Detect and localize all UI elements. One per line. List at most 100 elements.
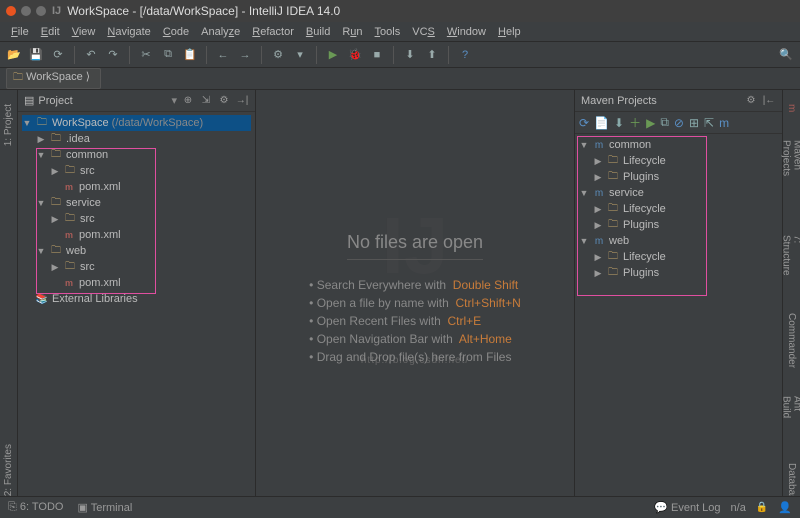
search-icon[interactable]: 🔍 <box>778 47 794 63</box>
expand-icon[interactable]: ▶ <box>50 262 60 273</box>
help-icon[interactable]: ? <box>457 47 473 63</box>
vcs-icon[interactable]: ⬇ <box>402 47 418 63</box>
maven-plugins[interactable]: ▶ 🗀 Plugins <box>579 217 778 233</box>
tab-project[interactable]: 1: Project <box>2 100 15 150</box>
dropdown-icon[interactable]: ▾ <box>171 94 177 107</box>
expand-icon[interactable]: ▼ <box>22 118 32 128</box>
menu-code[interactable]: Code <box>158 24 194 40</box>
maven-module-web[interactable]: ▼ m web <box>579 233 778 249</box>
debug-icon[interactable]: 🐞 <box>347 47 363 63</box>
menu-run[interactable]: Run <box>337 24 367 40</box>
close-button[interactable] <box>6 6 16 16</box>
status-terminal[interactable]: ▣ Terminal <box>77 501 132 514</box>
tree-item-pom[interactable]: m pom.xml <box>22 179 251 195</box>
expand-icon[interactable]: ▶ <box>593 156 603 167</box>
lock-icon[interactable]: 🔒 <box>756 502 768 513</box>
run-icon[interactable]: ▶ <box>646 116 655 130</box>
status-hector-icon[interactable]: 👤 <box>778 501 792 514</box>
sync-icon[interactable]: ⟳ <box>50 47 66 63</box>
collapse-icon[interactable]: ⇱ <box>704 116 714 130</box>
generate-icon[interactable]: 📄 <box>594 116 609 130</box>
menu-file[interactable]: File <box>6 24 34 40</box>
maven-module-common[interactable]: ▼ m common <box>579 137 778 153</box>
maven-plugins[interactable]: ▶ 🗀 Plugins <box>579 265 778 281</box>
expand-icon[interactable]: ▼ <box>36 198 46 208</box>
scroll-source-icon[interactable]: ⊕ <box>181 94 195 108</box>
maven-lifecycle[interactable]: ▶ 🗀 Lifecycle <box>579 201 778 217</box>
tree-item-src[interactable]: ▶ 🗀 src <box>22 211 251 227</box>
expand-icon[interactable]: ▶ <box>593 172 603 183</box>
tree-item-src[interactable]: ▶ 🗀 src <box>22 163 251 179</box>
expand-icon[interactable]: ▼ <box>579 188 589 198</box>
menu-refactor[interactable]: Refactor <box>247 24 299 40</box>
maven-tree[interactable]: ▼ m common ▶ 🗀 Lifecycle ▶ 🗀 Plugins ▼ m… <box>575 134 782 284</box>
add-icon[interactable]: ＋ <box>629 114 641 131</box>
tab-commander[interactable]: Commander <box>785 309 798 372</box>
settings-icon[interactable]: ⚙ <box>217 94 231 108</box>
maven-settings-icon[interactable]: m <box>719 116 729 130</box>
menu-analyze[interactable]: Analyze <box>196 24 245 40</box>
menu-vcs[interactable]: VCS <box>407 24 440 40</box>
project-tree[interactable]: ▼ 🗀 WorkSpace (/data/WorkSpace) ▶ 🗀 .ide… <box>18 112 255 310</box>
expand-icon[interactable]: ▶ <box>593 204 603 215</box>
expand-icon[interactable]: ▶ <box>593 268 603 279</box>
undo-icon[interactable]: ↶ <box>83 47 99 63</box>
make-icon[interactable]: ⚙ <box>270 47 286 63</box>
show-deps-icon[interactable]: ⊞ <box>689 116 699 130</box>
maven-plugins[interactable]: ▶ 🗀 Plugins <box>579 169 778 185</box>
vcs-commit-icon[interactable]: ⬆ <box>424 47 440 63</box>
toggle-icon[interactable]: ⊘ <box>674 116 684 130</box>
tree-item-common[interactable]: ▼ 🗀 common <box>22 147 251 163</box>
back-icon[interactable]: ← <box>215 47 231 63</box>
expand-icon[interactable]: ▶ <box>593 220 603 231</box>
expand-icon[interactable]: ▶ <box>593 252 603 263</box>
expand-icon[interactable]: ▼ <box>579 236 589 246</box>
copy-icon[interactable]: ⧉ <box>160 47 176 63</box>
maven-lifecycle[interactable]: ▶ 🗀 Lifecycle <box>579 249 778 265</box>
reimport-icon[interactable]: ⟳ <box>579 116 589 130</box>
tree-item-extlibs[interactable]: 📚 External Libraries <box>22 291 251 307</box>
menu-navigate[interactable]: Navigate <box>102 24 155 40</box>
tab-structure[interactable]: 7: Structure <box>780 231 800 289</box>
tab-maven[interactable]: m <box>785 100 798 116</box>
hide-icon[interactable]: |← <box>762 94 776 108</box>
menu-view[interactable]: View <box>67 24 101 40</box>
execute-icon[interactable]: ⧉ <box>660 115 669 130</box>
menu-edit[interactable]: Edit <box>36 24 65 40</box>
menu-help[interactable]: Help <box>493 24 526 40</box>
menu-tools[interactable]: Tools <box>370 24 406 40</box>
tab-favorites[interactable]: 2: Favorites <box>2 440 15 500</box>
minimize-button[interactable] <box>21 6 31 16</box>
status-todo[interactable]: ⎘ 6: TODO <box>8 501 63 514</box>
expand-icon[interactable]: ▼ <box>579 140 589 150</box>
expand-icon[interactable]: ▶ <box>36 134 46 145</box>
stop-icon[interactable]: ■ <box>369 47 385 63</box>
menu-build[interactable]: Build <box>301 24 335 40</box>
settings-icon[interactable]: ⚙ <box>744 94 758 108</box>
download-icon[interactable]: ⬇ <box>614 116 624 130</box>
tree-item-service[interactable]: ▼ 🗀 service <box>22 195 251 211</box>
expand-icon[interactable]: ▼ <box>36 150 46 160</box>
maximize-button[interactable] <box>36 6 46 16</box>
menu-window[interactable]: Window <box>442 24 491 40</box>
maven-lifecycle[interactable]: ▶ 🗀 Lifecycle <box>579 153 778 169</box>
redo-icon[interactable]: ↷ <box>105 47 121 63</box>
tree-item-web[interactable]: ▼ 🗀 web <box>22 243 251 259</box>
tab-maven-projects[interactable]: Maven Projects <box>780 136 800 211</box>
tree-item-src[interactable]: ▶ 🗀 src <box>22 259 251 275</box>
hide-icon[interactable]: →| <box>235 94 249 108</box>
tree-root[interactable]: ▼ 🗀 WorkSpace (/data/WorkSpace) <box>22 115 251 131</box>
cut-icon[interactable]: ✂ <box>138 47 154 63</box>
maven-module-service[interactable]: ▼ m service <box>579 185 778 201</box>
status-eventlog[interactable]: 💬 Event Log <box>654 501 720 514</box>
expand-icon[interactable]: ▶ <box>50 166 60 177</box>
config-icon[interactable]: ▾ <box>292 47 308 63</box>
tree-item-pom[interactable]: m pom.xml <box>22 275 251 291</box>
breadcrumb[interactable]: 🗀 WorkSpace ⟩ <box>6 68 101 89</box>
paste-icon[interactable]: 📋 <box>182 47 198 63</box>
collapse-icon[interactable]: ⇲ <box>199 94 213 108</box>
run-icon[interactable]: ▶ <box>325 47 341 63</box>
expand-icon[interactable]: ▼ <box>36 246 46 256</box>
tab-antbuild[interactable]: Ant Build <box>780 392 800 439</box>
forward-icon[interactable]: → <box>237 47 253 63</box>
